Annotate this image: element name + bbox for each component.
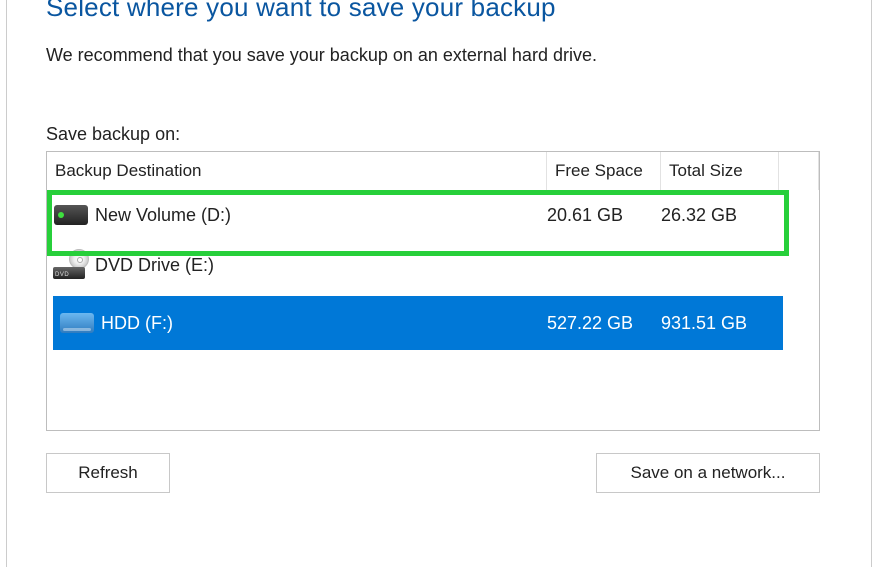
drive-total: 931.51 GB	[661, 313, 779, 334]
col-header-spacer	[779, 152, 819, 190]
drive-free: 527.22 GB	[547, 313, 661, 334]
table-header: Backup Destination Free Space Total Size	[47, 152, 819, 190]
col-header-total-size[interactable]: Total Size	[661, 152, 779, 190]
drive-row-new-volume[interactable]: New Volume (D:) 20.61 GB 26.32 GB	[47, 190, 819, 240]
drive-table: Backup Destination Free Space Total Size…	[46, 151, 820, 431]
drive-row-hdd-selected[interactable]: HDD (F:) 527.22 GB 931.51 GB	[53, 296, 783, 350]
drive-name: New Volume (D:)	[95, 205, 547, 226]
drive-name: HDD (F:)	[101, 313, 547, 334]
drive-name: DVD Drive (E:)	[95, 255, 547, 276]
col-header-destination[interactable]: Backup Destination	[47, 152, 547, 190]
dvd-drive-icon: DVD	[53, 251, 89, 279]
drive-row-dvd[interactable]: DVD DVD Drive (E:)	[47, 240, 819, 290]
drive-total: 26.32 GB	[661, 205, 779, 226]
col-header-free-space[interactable]: Free Space	[547, 152, 661, 190]
drive-free: 20.61 GB	[547, 205, 661, 226]
hard-drive-icon	[54, 205, 88, 225]
external-drive-icon	[60, 313, 94, 333]
